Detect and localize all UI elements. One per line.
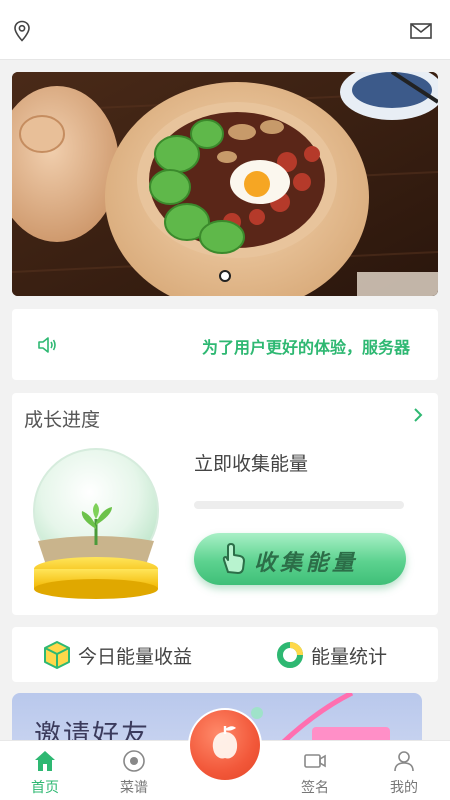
- energy-stats-label: 能量统计: [311, 646, 388, 668]
- box-icon: [44, 641, 70, 669]
- banner-image: [12, 72, 438, 296]
- growth-progress-card: 成长进度 立即收集能量 收集能量: [12, 393, 438, 615]
- tab-mine[interactable]: 我的: [369, 741, 439, 800]
- fruit-icon: [212, 726, 238, 759]
- energy-progress-bar: [194, 501, 404, 509]
- donut-chart-icon: [277, 642, 303, 668]
- today-energy-label: 今日能量收益: [78, 646, 193, 668]
- tab-sign[interactable]: 签名: [280, 741, 350, 800]
- collect-energy-label: 立即收集能量: [194, 454, 309, 475]
- tab-home-label: 首页: [31, 779, 59, 795]
- tab-home[interactable]: 首页: [10, 741, 80, 800]
- center-action-button[interactable]: [188, 708, 262, 782]
- chevron-right-icon[interactable]: [412, 407, 424, 423]
- video-icon: [304, 754, 326, 768]
- tab-sign-label: 签名: [301, 779, 329, 795]
- speaker-icon: [38, 337, 56, 353]
- tab-mine-label: 我的: [390, 779, 418, 795]
- notice-text: 为了用户更好的体验，服务器: [202, 340, 411, 357]
- tab-recipes-label: 菜谱: [120, 779, 148, 795]
- energy-stats-link[interactable]: 能量统计: [275, 639, 387, 671]
- mail-icon[interactable]: [410, 22, 432, 40]
- notice-bar[interactable]: 为了用户更好的体验，服务器: [12, 309, 438, 380]
- sprout-globe-icon: [33, 448, 159, 599]
- collect-energy-button-label: 收集能量: [254, 550, 359, 575]
- recipe-icon: [123, 750, 145, 772]
- location-pin-icon[interactable]: [12, 20, 32, 42]
- top-bar: [0, 0, 450, 60]
- tab-recipes[interactable]: 菜谱: [99, 741, 169, 800]
- banner-carousel[interactable]: [12, 72, 438, 296]
- today-energy-link[interactable]: 今日能量收益: [42, 639, 192, 671]
- pointing-hand-icon: [222, 543, 245, 574]
- energy-stats-bar: 今日能量收益 能量统计: [12, 627, 438, 682]
- growth-title: 成长进度: [24, 410, 101, 431]
- user-icon: [394, 751, 414, 772]
- home-icon: [35, 751, 55, 771]
- collect-energy-button[interactable]: 收集能量: [194, 533, 406, 585]
